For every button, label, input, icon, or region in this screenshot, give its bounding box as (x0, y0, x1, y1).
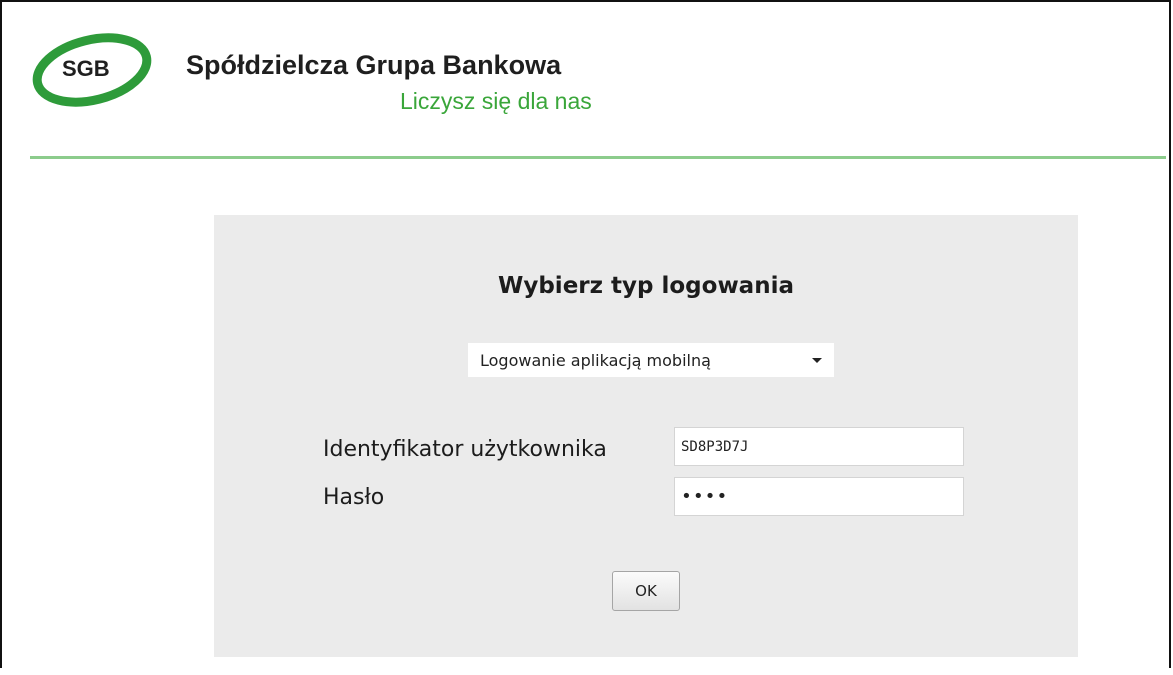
svg-text:SGB: SGB (62, 56, 110, 81)
password-label: Hasło (323, 485, 385, 510)
login-panel: Wybierz typ logowania Logowanie aplikacj… (214, 215, 1078, 657)
chevron-down-icon (812, 358, 822, 363)
brand-tagline: Liczysz się dla nas (400, 88, 592, 114)
user-id-input[interactable] (674, 427, 964, 466)
brand-name: Spółdzielcza Grupa Bankowa (186, 50, 562, 80)
login-type-select[interactable]: Logowanie aplikacją mobilną (468, 343, 834, 377)
login-title: Wybierz typ logowania (497, 273, 794, 299)
header-divider (30, 156, 1166, 159)
login-type-selected: Logowanie aplikacją mobilną (480, 350, 711, 370)
sgb-logo: SGB (32, 33, 152, 107)
ok-button[interactable]: OK (612, 571, 680, 611)
password-input[interactable] (674, 477, 964, 516)
frame-gap (0, 668, 1173, 675)
user-id-label: Identyfikator użytkownika (323, 437, 607, 462)
